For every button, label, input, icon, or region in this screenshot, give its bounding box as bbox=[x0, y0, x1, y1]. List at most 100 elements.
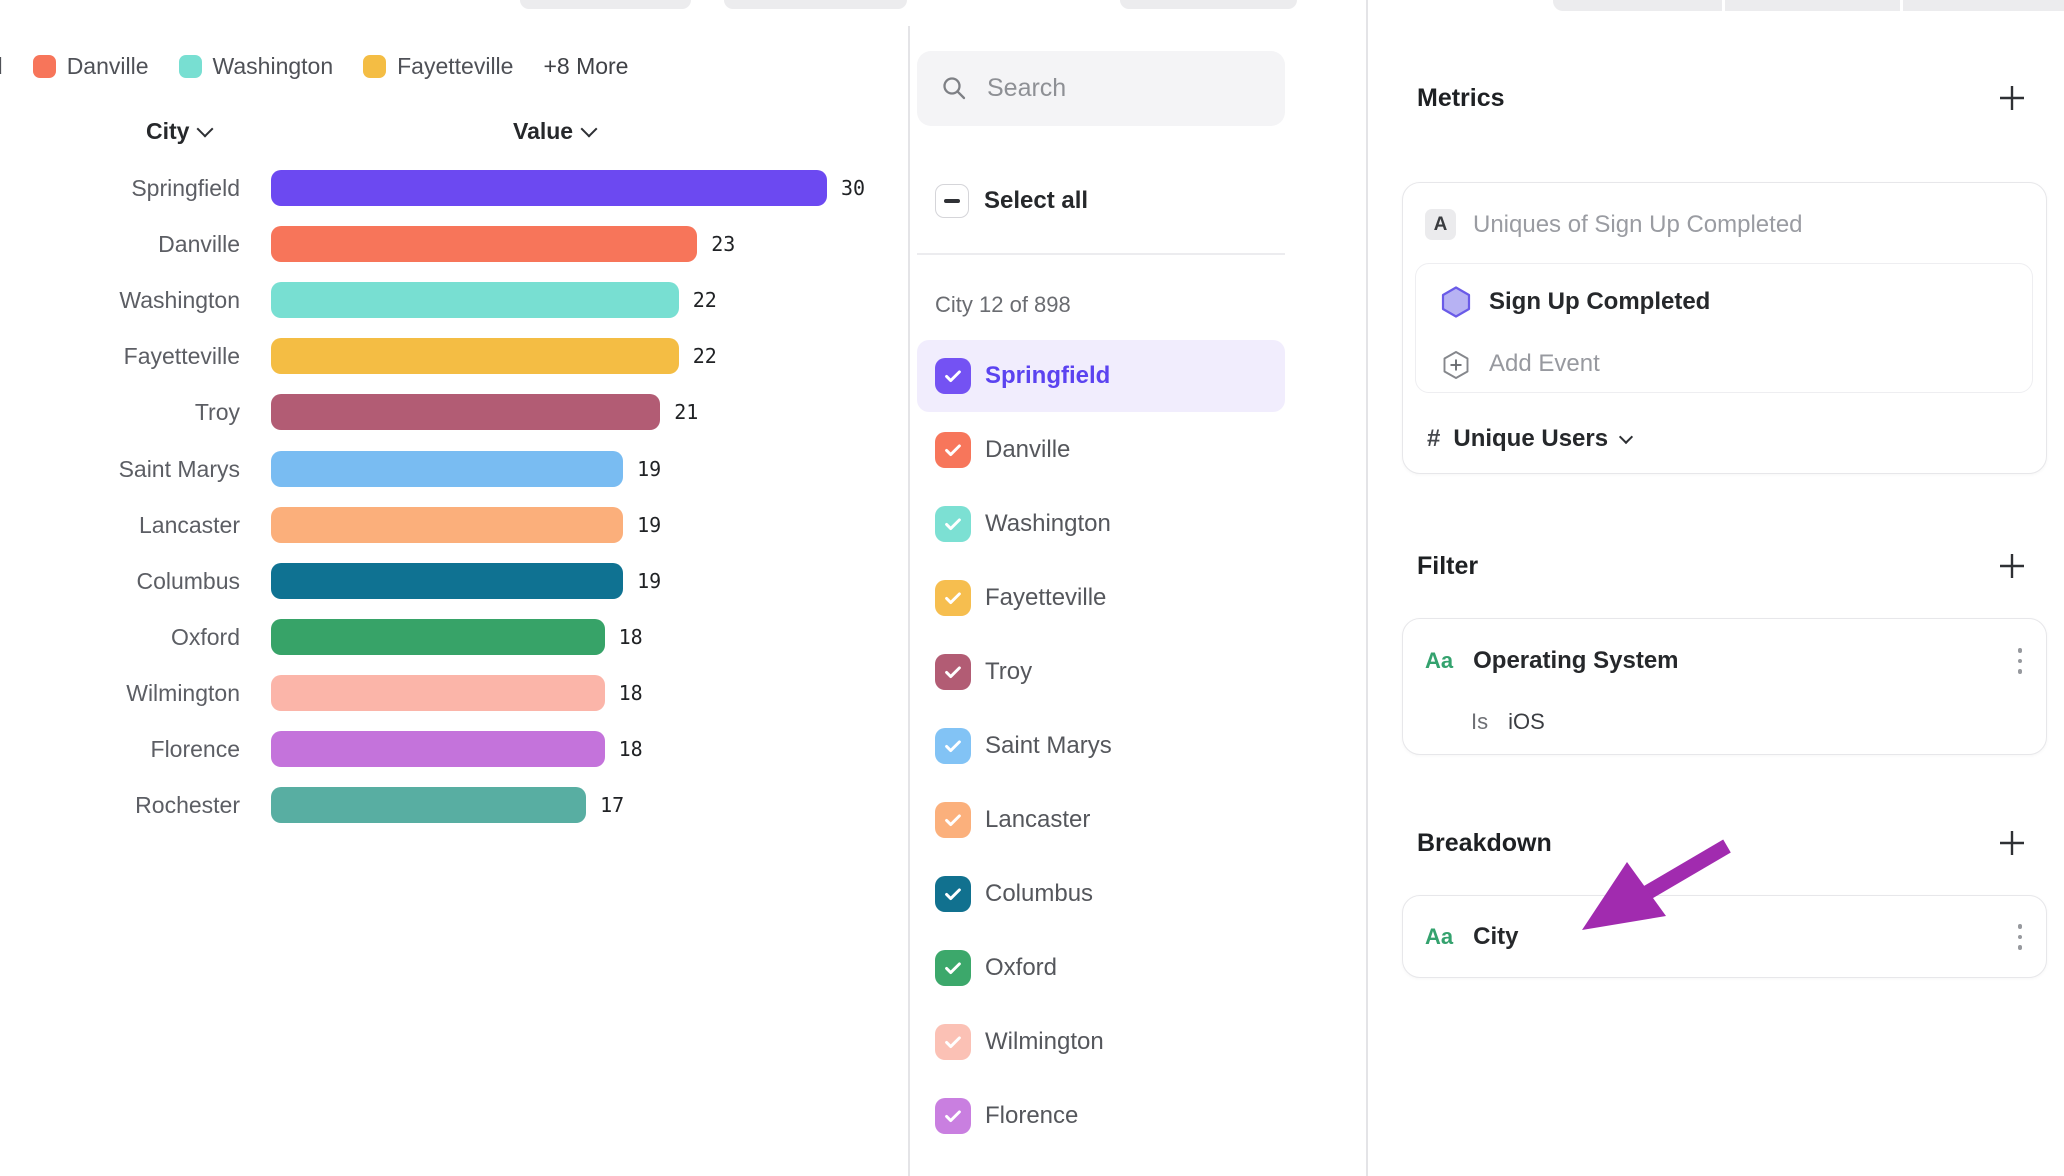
city-list-item[interactable]: Lancaster bbox=[917, 784, 1285, 856]
legend-label: Danville bbox=[67, 53, 149, 80]
city-checkbox[interactable] bbox=[935, 506, 971, 542]
legend-swatch bbox=[33, 55, 56, 78]
kebab-menu-icon[interactable] bbox=[2018, 924, 2023, 950]
city-list-item[interactable]: Washington bbox=[917, 488, 1285, 560]
panel-divider bbox=[1366, 0, 1368, 1176]
city-list-item[interactable]: Florence bbox=[917, 1080, 1285, 1152]
bar[interactable] bbox=[271, 507, 623, 543]
top-tab-stub[interactable] bbox=[520, 0, 691, 9]
bar[interactable] bbox=[271, 338, 679, 374]
metric-card[interactable]: A Uniques of Sign Up Completed Sign Up C… bbox=[1402, 182, 2047, 474]
search-icon bbox=[941, 75, 968, 102]
add-breakdown-button[interactable] bbox=[1996, 827, 2028, 859]
string-type-icon: Aa bbox=[1425, 924, 1453, 950]
bar-category-label: Danville bbox=[0, 216, 240, 272]
event-hexagon-icon bbox=[1439, 285, 1473, 319]
city-list-item[interactable]: Saint Marys bbox=[917, 710, 1285, 782]
city-list-item[interactable]: Danville bbox=[917, 414, 1285, 486]
chart-row: Fayetteville22 bbox=[0, 328, 906, 384]
chart-row: Danville23 bbox=[0, 216, 906, 272]
legend-item[interactable]: Danville bbox=[33, 53, 149, 80]
city-checkbox[interactable] bbox=[935, 802, 971, 838]
city-checkbox[interactable] bbox=[935, 1098, 971, 1134]
bar-category-label: Columbus bbox=[0, 553, 240, 609]
bar-value-label: 18 bbox=[619, 609, 643, 665]
city-checkbox[interactable] bbox=[935, 358, 971, 394]
legend-more-button[interactable]: +8 More bbox=[543, 53, 628, 80]
legend-item[interactable]: Washington bbox=[179, 53, 334, 80]
measure-selector[interactable]: # Unique Users bbox=[1427, 422, 1631, 456]
plus-icon bbox=[1997, 828, 2027, 858]
kebab-menu-icon[interactable] bbox=[2018, 648, 2023, 674]
select-all-row[interactable]: Select all bbox=[935, 183, 1088, 219]
legend-label: Fayetteville bbox=[397, 53, 513, 80]
bar-value-label: 18 bbox=[619, 721, 643, 777]
chart-row: Troy21 bbox=[0, 384, 906, 440]
city-list-item[interactable]: Fayetteville bbox=[917, 562, 1285, 634]
column-header-value[interactable]: Value bbox=[513, 118, 595, 145]
city-checkbox[interactable] bbox=[935, 876, 971, 912]
top-tab-stub[interactable] bbox=[724, 0, 907, 9]
bar[interactable] bbox=[271, 282, 679, 318]
search-box[interactable] bbox=[917, 51, 1285, 126]
add-filter-button[interactable] bbox=[1996, 550, 2028, 582]
select-all-checkbox[interactable] bbox=[935, 184, 969, 218]
legend-label: Washington bbox=[213, 53, 334, 80]
bar[interactable] bbox=[271, 170, 827, 206]
column-header-city[interactable]: City bbox=[146, 118, 211, 145]
bar-value-label: 17 bbox=[600, 777, 624, 833]
bar-value-label: 21 bbox=[674, 384, 698, 440]
bar[interactable] bbox=[271, 563, 623, 599]
city-label: Columbus bbox=[985, 858, 1093, 930]
filter-value[interactable]: iOS bbox=[1508, 709, 1545, 735]
city-checkbox[interactable] bbox=[935, 432, 971, 468]
chevron-down-icon bbox=[1619, 430, 1633, 444]
bar[interactable] bbox=[271, 731, 605, 767]
bar-value-label: 19 bbox=[637, 441, 661, 497]
city-label: Danville bbox=[985, 414, 1070, 486]
filter-card[interactable]: Aa Operating System Is iOS bbox=[1402, 618, 2047, 755]
chart-legend: Springfield Danville Washington Fayettevill… bbox=[0, 50, 628, 82]
city-list-item[interactable]: Columbus bbox=[917, 858, 1285, 930]
legend-item[interactable]: Springfield bbox=[0, 53, 3, 80]
event-name[interactable]: Sign Up Completed bbox=[1489, 288, 1710, 316]
list-count-label: City 12 of 898 bbox=[935, 292, 1071, 318]
city-checkbox[interactable] bbox=[935, 654, 971, 690]
city-checkbox[interactable] bbox=[935, 728, 971, 764]
filter-operator[interactable]: Is bbox=[1471, 709, 1488, 735]
top-segmented-control-stub[interactable] bbox=[1553, 0, 2064, 11]
city-list-item[interactable]: Wilmington bbox=[917, 1006, 1285, 1078]
measure-label: Unique Users bbox=[1453, 425, 1608, 453]
bar[interactable] bbox=[271, 451, 623, 487]
chart-row: Florence18 bbox=[0, 721, 906, 777]
check-icon bbox=[942, 735, 964, 757]
bar-value-label: 22 bbox=[693, 272, 717, 328]
add-metric-button[interactable] bbox=[1996, 82, 2028, 114]
top-tab-stub[interactable] bbox=[1120, 0, 1297, 9]
city-checkbox[interactable] bbox=[935, 580, 971, 616]
bar-category-label: Springfield bbox=[0, 160, 240, 216]
city-checkbox[interactable] bbox=[935, 1024, 971, 1060]
bar[interactable] bbox=[271, 394, 660, 430]
bar[interactable] bbox=[271, 226, 697, 262]
city-list-item[interactable]: Springfield bbox=[917, 340, 1285, 412]
check-icon bbox=[942, 513, 964, 535]
bar-category-label: Saint Marys bbox=[0, 441, 240, 497]
bar[interactable] bbox=[271, 787, 586, 823]
filter-property[interactable]: Operating System bbox=[1473, 647, 1678, 675]
add-event-button[interactable]: Add Event bbox=[1489, 350, 1600, 378]
legend-item[interactable]: Fayetteville bbox=[363, 53, 513, 80]
city-list-item[interactable]: Oxford bbox=[917, 932, 1285, 1004]
bar[interactable] bbox=[271, 675, 605, 711]
string-type-icon: Aa bbox=[1425, 648, 1453, 674]
bar-value-label: 19 bbox=[637, 497, 661, 553]
bar-value-label: 30 bbox=[841, 160, 865, 216]
bar[interactable] bbox=[271, 619, 605, 655]
column-header-city-label: City bbox=[146, 118, 189, 145]
city-checkbox[interactable] bbox=[935, 950, 971, 986]
city-list-item[interactable]: Troy bbox=[917, 636, 1285, 708]
search-input[interactable] bbox=[985, 73, 1249, 104]
city-label: Washington bbox=[985, 488, 1111, 560]
chart-row: Lancaster19 bbox=[0, 497, 906, 553]
check-icon bbox=[942, 439, 964, 461]
